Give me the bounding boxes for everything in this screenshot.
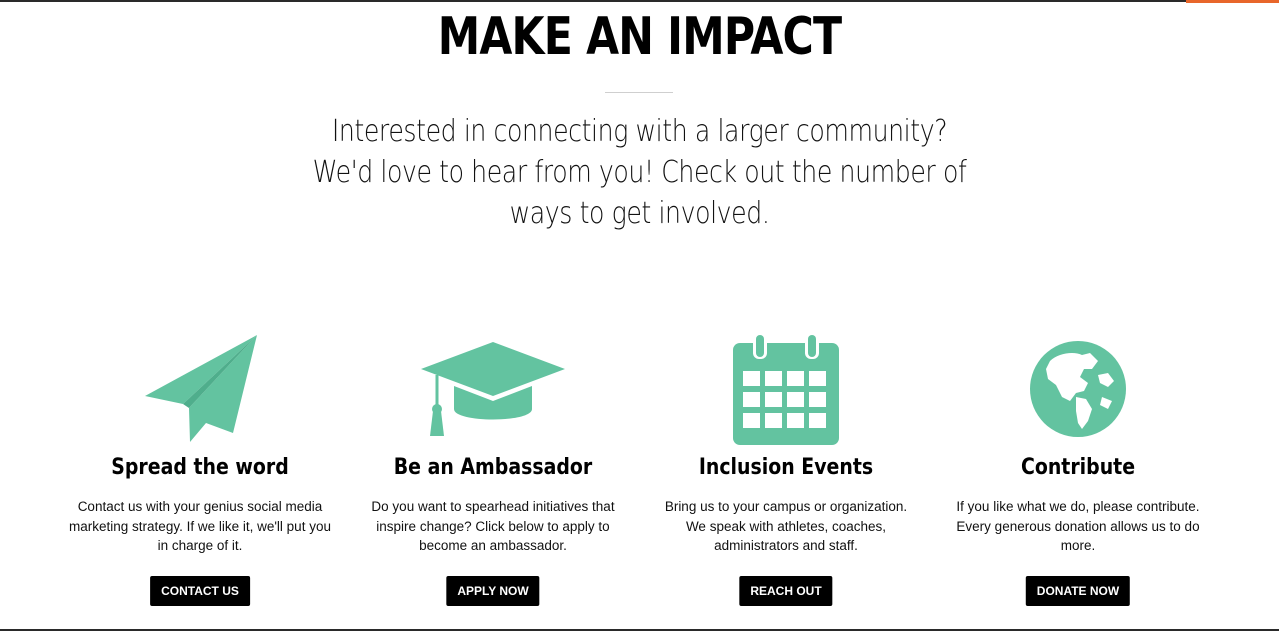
card-heading: Spread the word	[111, 455, 289, 480]
card-description: Contact us with your genius social media…	[69, 499, 331, 553]
card-heading: Contribute	[1020, 455, 1136, 480]
card-inclusion-events: Inclusion Events Bring us to your campus…	[646, 330, 926, 606]
page-title: MAKE AN IMPACT	[437, 7, 842, 67]
card-description: Bring us to your campus or organization.…	[664, 499, 908, 553]
card-heading: Inclusion Events	[698, 455, 874, 480]
calendar-icon	[646, 330, 926, 448]
donate-now-button[interactable]: DONATE NOW	[1025, 576, 1131, 606]
paper-plane-icon	[60, 330, 340, 448]
card-spread-the-word: Spread the word Contact us with your gen…	[60, 330, 340, 606]
card-contribute: Contribute If you like what we do, pleas…	[938, 330, 1218, 606]
globe-icon	[938, 330, 1218, 448]
card-description: If you like what we do, please contribut…	[956, 499, 1200, 553]
card-be-an-ambassador: Be an Ambassador Do you want to spearhea…	[353, 330, 633, 606]
reach-out-button[interactable]: REACH OUT	[739, 576, 833, 606]
intro-text: Interested in connecting with a larger c…	[312, 114, 967, 231]
apply-now-button[interactable]: APPLY NOW	[446, 576, 540, 606]
title-divider	[605, 92, 673, 93]
top-accent-bar	[1186, 0, 1279, 3]
card-heading: Be an Ambassador	[393, 455, 593, 480]
contact-us-button[interactable]: CONTACT US	[150, 576, 250, 606]
graduation-cap-icon	[353, 330, 633, 448]
card-description: Do you want to spearhead initiatives tha…	[371, 499, 615, 553]
